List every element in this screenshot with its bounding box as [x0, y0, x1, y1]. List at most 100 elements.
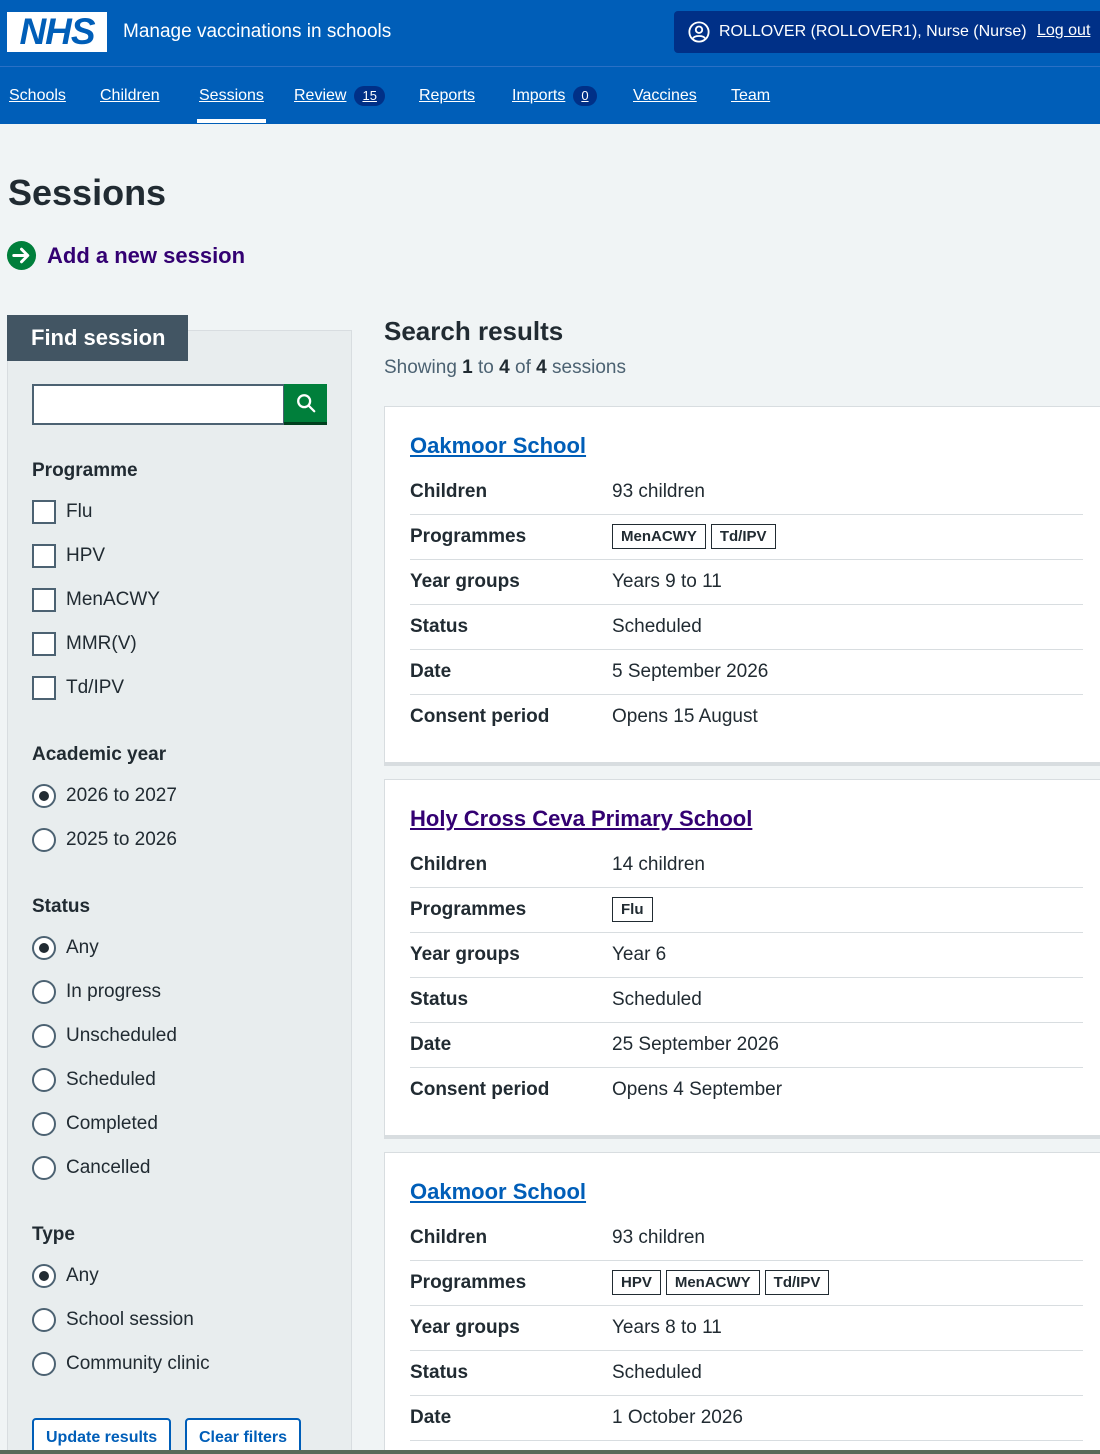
summary-row-date: Date 1 October 2026 — [410, 1396, 1083, 1441]
nhs-logo[interactable]: NHS — [7, 12, 107, 52]
session-name-link[interactable]: Oakmoor School — [410, 1177, 586, 1207]
radio[interactable] — [32, 1112, 56, 1136]
nav-vaccines[interactable]: Vaccines — [633, 86, 697, 106]
status-option-unscheduled[interactable]: Unscheduled — [32, 1024, 177, 1048]
results-title: Search results — [384, 316, 564, 346]
nav-label: Imports — [512, 87, 566, 104]
nav-children[interactable]: Children — [100, 86, 160, 106]
checkbox[interactable] — [32, 500, 56, 524]
nav-imports[interactable]: Imports 0 — [512, 86, 597, 106]
imports-count-badge: 0 — [573, 86, 597, 106]
academic-year-option-2026[interactable]: 2026 to 2027 — [32, 784, 177, 808]
add-session-link[interactable]: Add a new session — [6, 240, 245, 271]
programme-tags: MenACWY Td/IPV — [612, 524, 781, 549]
radio[interactable] — [32, 828, 56, 852]
status-option-cancelled[interactable]: Cancelled — [32, 1156, 151, 1180]
summary-row-programmes: Programmes Flu — [410, 888, 1083, 933]
results-count: Showing 1 to 4 of 4 sessions — [384, 356, 626, 380]
status-option-completed[interactable]: Completed — [32, 1112, 158, 1136]
radio-selected[interactable] — [32, 784, 56, 808]
search-button[interactable] — [284, 384, 327, 425]
logout-link[interactable]: Log out — [1037, 22, 1090, 40]
update-results-button[interactable]: Update results — [32, 1418, 172, 1454]
option-label: Any — [66, 1265, 99, 1286]
site-header: NHS Manage vaccinations in schools ROLLO… — [0, 0, 1100, 124]
radio[interactable] — [32, 1308, 56, 1332]
window-bottom-edge — [0, 1450, 1100, 1454]
academic-year-legend: Academic year — [32, 744, 167, 765]
summary-row-status: Status Scheduled — [410, 605, 1083, 650]
option-label: Td/IPV — [66, 677, 125, 698]
programme-option-flu[interactable]: Flu — [32, 500, 92, 524]
academic-year-option-2025[interactable]: 2025 to 2026 — [32, 828, 177, 852]
session-card: Oakmoor School Children 93 children Prog… — [384, 1152, 1100, 1454]
option-label: Flu — [66, 501, 93, 522]
nav-reports[interactable]: Reports — [419, 86, 475, 106]
programme-tag: MenACWY — [665, 1270, 760, 1295]
type-option-any[interactable]: Any — [32, 1264, 99, 1288]
status-option-scheduled[interactable]: Scheduled — [32, 1068, 156, 1092]
row-key: Consent period — [410, 706, 550, 727]
user-icon — [688, 21, 710, 43]
summary-row-programmes: Programmes HPV MenACWY Td/IPV — [410, 1261, 1083, 1306]
radio[interactable] — [32, 1352, 56, 1376]
session-name-link[interactable]: Holy Cross Ceva Primary School — [410, 804, 752, 834]
session-search-input[interactable] — [32, 384, 285, 425]
session-name-link[interactable]: Oakmoor School — [410, 431, 586, 461]
summary-row-year-groups: Year groups Year 6 — [410, 933, 1083, 978]
nav-review[interactable]: Review 15 — [294, 86, 385, 106]
row-key: Year groups — [410, 571, 520, 592]
programme-option-menacwy[interactable]: MenACWY — [32, 588, 160, 612]
count-to-word: to — [478, 357, 494, 378]
checkbox[interactable] — [32, 632, 56, 656]
row-key: Status — [410, 1362, 469, 1383]
programme-tag: Td/IPV — [764, 1270, 830, 1295]
radio-selected[interactable] — [32, 936, 56, 960]
row-key: Date — [410, 661, 452, 682]
radio-selected[interactable] — [32, 1264, 56, 1288]
radio[interactable] — [32, 1024, 56, 1048]
service-name[interactable]: Manage vaccinations in schools — [123, 20, 391, 44]
type-legend: Type — [32, 1224, 75, 1245]
checkbox[interactable] — [32, 676, 56, 700]
count-unit: sessions — [552, 357, 626, 378]
status-legend: Status — [32, 896, 91, 917]
row-value: 93 children — [612, 1227, 705, 1248]
radio[interactable] — [32, 1068, 56, 1092]
programme-option-mmrv[interactable]: MMR(V) — [32, 632, 137, 656]
type-option-community-clinic[interactable]: Community clinic — [32, 1352, 210, 1376]
type-option-school-session[interactable]: School session — [32, 1308, 194, 1332]
filter-heading: Find session — [7, 315, 188, 361]
summary-row-date: Date 5 September 2026 — [410, 650, 1083, 695]
checkbox[interactable] — [32, 588, 56, 612]
row-key: Status — [410, 989, 469, 1010]
summary-row-children: Children 93 children — [410, 1216, 1083, 1261]
nav-sessions[interactable]: Sessions — [197, 86, 266, 123]
radio[interactable] — [32, 980, 56, 1004]
nav-label: Sessions — [199, 87, 264, 104]
option-label: Community clinic — [66, 1353, 210, 1374]
checkbox[interactable] — [32, 544, 56, 568]
row-value: 14 children — [612, 854, 705, 875]
row-value: 93 children — [612, 481, 705, 502]
status-option-in-progress[interactable]: In progress — [32, 980, 161, 1004]
programme-option-tdipv[interactable]: Td/IPV — [32, 676, 124, 700]
programme-option-hpv[interactable]: HPV — [32, 544, 105, 568]
nav-team[interactable]: Team — [731, 86, 770, 106]
clear-filters-button[interactable]: Clear filters — [185, 1418, 302, 1454]
row-value: Scheduled — [612, 1362, 702, 1383]
arrow-right-circle-icon — [6, 240, 37, 271]
nav-label: Review — [294, 87, 347, 104]
nav-schools[interactable]: Schools — [9, 86, 66, 106]
option-label: MMR(V) — [66, 633, 137, 654]
count-prefix: Showing — [384, 357, 457, 378]
programme-tag: Flu — [612, 897, 653, 922]
status-option-any[interactable]: Any — [32, 936, 99, 960]
row-key: Children — [410, 1227, 488, 1248]
row-key: Children — [410, 481, 488, 502]
programme-tag: HPV — [612, 1270, 661, 1295]
row-value: Years 9 to 11 — [612, 571, 722, 592]
radio[interactable] — [32, 1156, 56, 1180]
option-label: In progress — [66, 981, 162, 1002]
option-label: HPV — [66, 545, 106, 566]
